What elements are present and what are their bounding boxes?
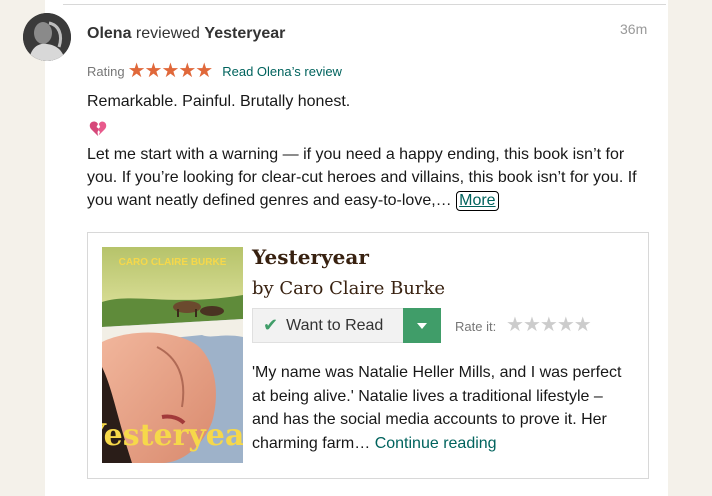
divider	[63, 4, 666, 5]
rate-star-5-icon[interactable]: ★	[574, 315, 592, 335]
want-to-read-button[interactable]: ✔ Want to Read	[252, 308, 403, 343]
left-background-rail	[0, 0, 45, 496]
rate-star-2-icon[interactable]: ★	[523, 315, 541, 335]
shelf-dropdown-button[interactable]	[403, 308, 441, 343]
review-action: reviewed	[135, 25, 200, 42]
book-card: CARO CLAIRE BURKE Yesteryear Yesteryear …	[87, 232, 649, 479]
book-cover[interactable]: CARO CLAIRE BURKE Yesteryear	[102, 247, 243, 463]
review-headline: Olena reviewed Yesteryear	[87, 25, 285, 43]
review-body-text: Let me start with a warning — if you nee…	[87, 146, 637, 209]
reviewer-name[interactable]: Olena	[87, 25, 131, 42]
continue-reading-link[interactable]: Continue reading	[375, 435, 497, 452]
timestamp[interactable]: 36m	[620, 21, 647, 37]
broken-heart-icon	[89, 121, 107, 136]
rate-star-3-icon[interactable]: ★	[540, 315, 558, 335]
rating-label: Rating	[87, 63, 125, 79]
review-body: Let me start with a warning — if you nee…	[87, 143, 657, 212]
check-icon: ✔	[263, 315, 279, 335]
rating-row: Rating ★★★★★ Read Olena’s review	[87, 60, 342, 82]
book-author[interactable]: by Caro Claire Burke	[252, 278, 445, 299]
cover-author-text: CARO CLAIRE BURKE	[119, 257, 227, 268]
rate-star-1-icon[interactable]: ★	[506, 315, 524, 335]
rating-stars-icon: ★★★★★	[127, 60, 214, 82]
rate-it-label: Rate it:	[455, 319, 497, 334]
reviewed-book-name[interactable]: Yesteryear	[204, 25, 285, 42]
book-description: 'My name was Natalie Heller Mills, and I…	[252, 361, 632, 455]
rate-stars: ★ ★ ★ ★ ★	[506, 315, 592, 335]
read-review-link[interactable]: Read Olena’s review	[222, 64, 342, 79]
more-button[interactable]: More	[456, 191, 499, 211]
rate-star-4-icon[interactable]: ★	[557, 315, 575, 335]
right-background-rail	[668, 0, 712, 496]
book-title[interactable]: Yesteryear	[252, 245, 369, 269]
review-title-line: Remarkable. Painful. Brutally honest.	[87, 93, 351, 110]
want-to-read-label: Want to Read	[286, 316, 384, 334]
chevron-down-icon	[417, 322, 427, 329]
cover-title-text: Yesteryear	[102, 418, 243, 453]
avatar[interactable]	[23, 13, 71, 61]
